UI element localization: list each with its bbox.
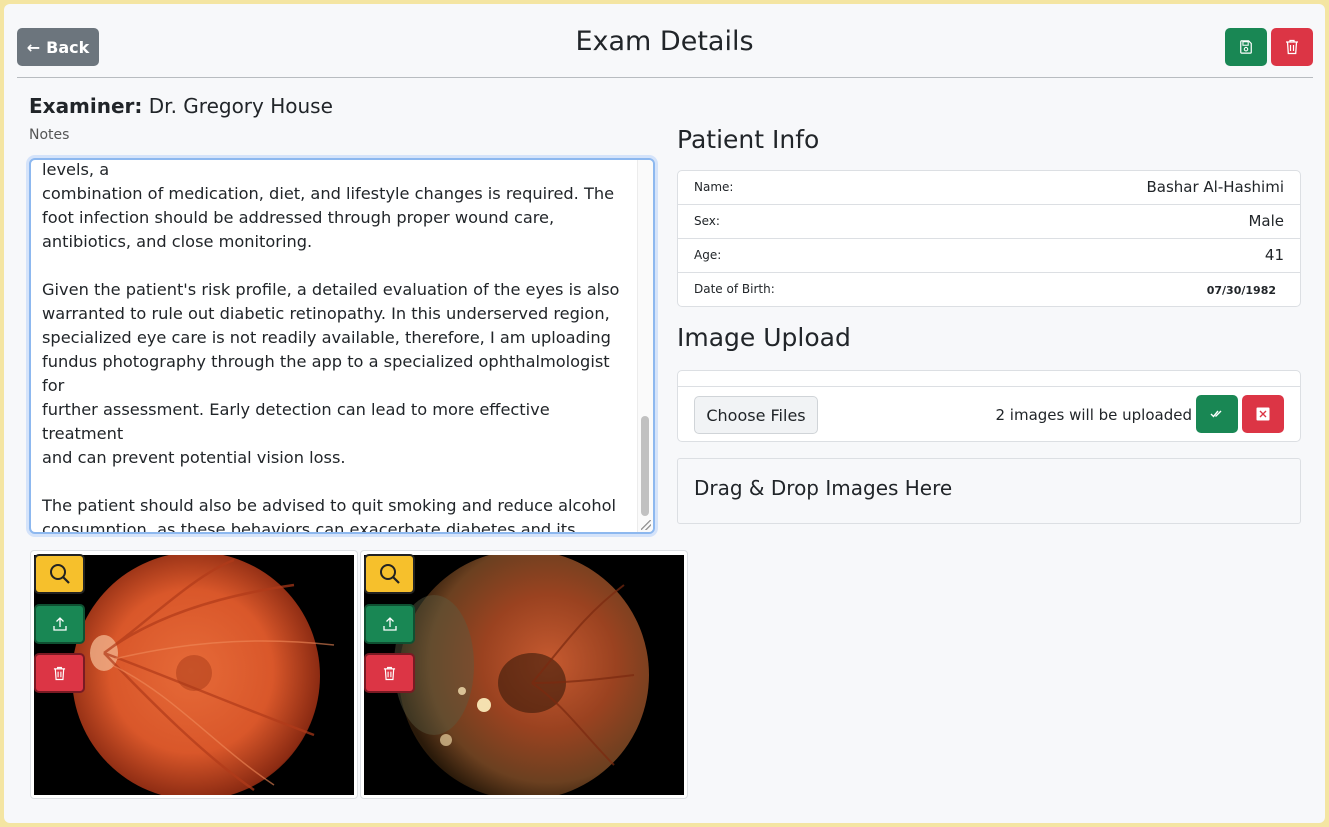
confirm-upload-button[interactable] — [1196, 395, 1238, 433]
drop-zone[interactable]: Drag & Drop Images Here — [677, 458, 1301, 524]
info-key: Age: — [694, 248, 722, 262]
patient-info-title: Patient Info — [677, 125, 820, 154]
close-square-icon — [1256, 407, 1270, 421]
patient-name: Bashar Al-Hashimi — [1146, 178, 1284, 196]
delete-exam-button[interactable] — [1271, 28, 1313, 66]
delete-image-button[interactable] — [34, 653, 85, 693]
page-title: Exam Details — [575, 26, 754, 57]
upload-icon — [382, 617, 397, 631]
info-key: Date of Birth: — [694, 282, 775, 296]
trash-icon — [1286, 39, 1298, 55]
fundus-image-card — [360, 550, 688, 799]
notes-label: Notes — [29, 127, 70, 143]
patient-dob: 07/30/1982 — [1206, 284, 1276, 297]
zoom-button[interactable] — [364, 554, 415, 594]
info-row-sex: Sex: Male — [678, 205, 1300, 239]
double-check-icon — [1210, 410, 1222, 418]
upload-icon — [52, 617, 67, 631]
cancel-upload-button[interactable] — [1242, 395, 1284, 433]
info-key: Sex: — [694, 214, 720, 228]
zoom-button[interactable] — [34, 554, 85, 594]
save-icon — [1240, 40, 1252, 54]
header-divider — [17, 77, 1313, 78]
upload-status: 2 images will be uploaded — [995, 406, 1192, 424]
drop-zone-label: Drag & Drop Images Here — [694, 476, 953, 500]
notes-textarea[interactable]: treatment. To manage his elevated blood … — [29, 158, 655, 534]
magnifier-icon — [379, 564, 400, 584]
fundus-image-card — [30, 550, 358, 799]
examiner-label: Examiner: — [29, 94, 143, 118]
scrollbar-thumb[interactable] — [641, 416, 649, 516]
delete-image-button[interactable] — [364, 653, 415, 693]
resize-handle[interactable] — [641, 520, 651, 530]
examiner-name: Dr. Gregory House — [148, 94, 333, 118]
patient-age: 41 — [1264, 246, 1284, 264]
info-key: Name: — [694, 180, 734, 194]
upload-image-button[interactable] — [364, 604, 415, 644]
trash-icon — [53, 666, 66, 680]
choose-files-button[interactable]: Choose Files — [694, 396, 818, 434]
magnifier-icon — [49, 564, 70, 584]
upload-card-header — [678, 371, 1300, 387]
patient-sex: Male — [1248, 212, 1284, 230]
image-upload-card: Choose Files 2 images will be uploaded — [677, 370, 1301, 442]
app-window: ← Back Exam Details Examiner: Dr. Gregor… — [4, 4, 1325, 823]
image-upload-title: Image Upload — [677, 323, 851, 352]
patient-info-card: Name: Bashar Al-Hashimi Sex: Male Age: 4… — [677, 170, 1301, 307]
trash-icon — [383, 666, 396, 680]
info-row-age: Age: 41 — [678, 239, 1300, 273]
notes-scrollbar[interactable] — [637, 160, 653, 532]
save-button[interactable] — [1225, 28, 1267, 66]
notes-text[interactable]: treatment. To manage his elevated blood … — [42, 160, 632, 532]
info-row-name: Name: Bashar Al-Hashimi — [678, 171, 1300, 205]
info-row-dob: Date of Birth: 07/30/1982 — [678, 273, 1300, 307]
examiner-line: Examiner: Dr. Gregory House — [29, 94, 333, 118]
upload-image-button[interactable] — [34, 604, 85, 644]
